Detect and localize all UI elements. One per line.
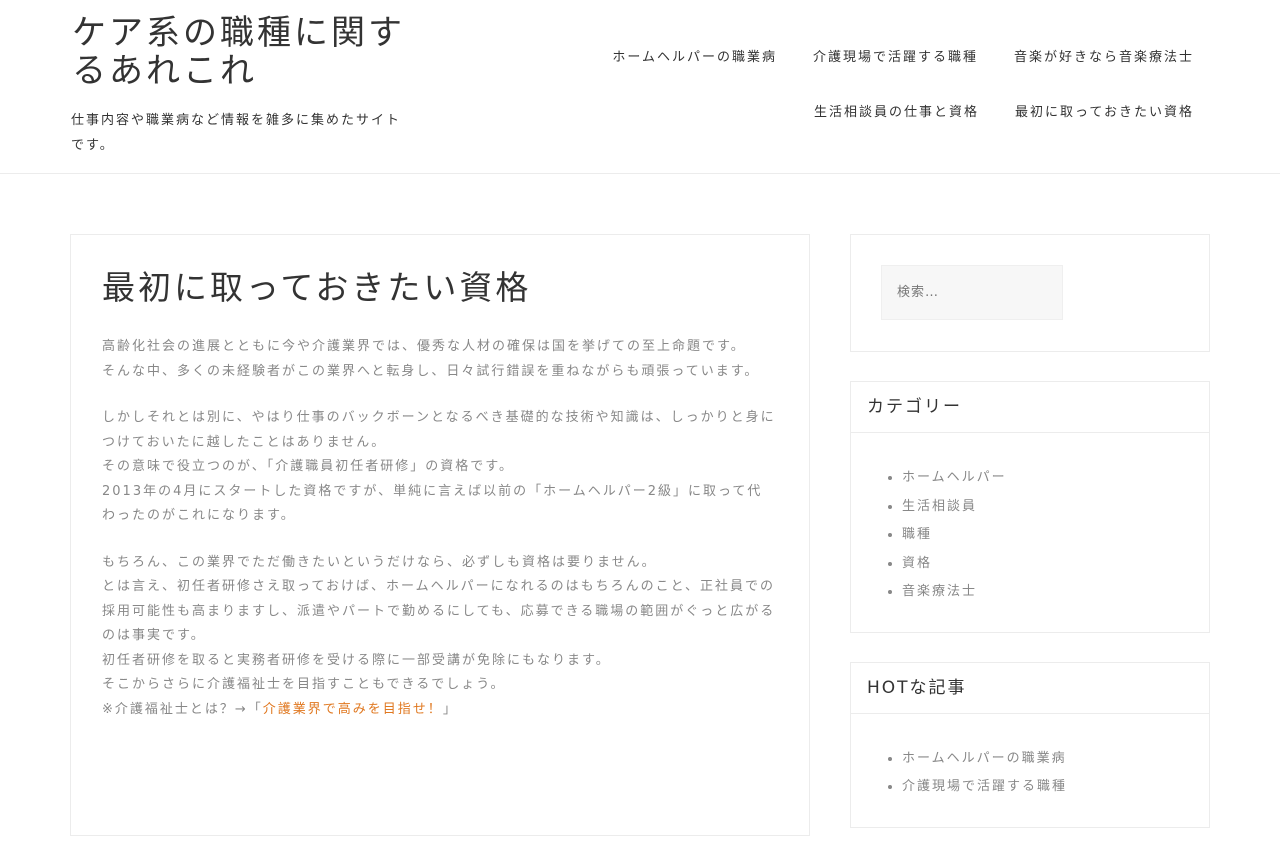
list-item: 音楽療法士 <box>902 578 1209 607</box>
category-link-life-counselor[interactable]: 生活相談員 <box>902 499 977 514</box>
nav-item-life-counselor[interactable]: 生活相談員の仕事と資格 <box>814 100 979 126</box>
list-item: 資格 <box>902 550 1209 579</box>
nav-item-care-jobs[interactable]: 介護現場で活躍する職種 <box>813 45 978 71</box>
text-line: そんな中、多くの未経験者がこの業界へと転身し、日々試行錯誤を重ねながらも頑張って… <box>102 363 760 379</box>
categories-list: ホームヘルパー 生活相談員 職種 資格 音楽療法士 <box>851 433 1209 632</box>
text-line: しかしそれとは別に、やはり仕事のバックボーンとなるべき基礎的な技術や知識は、しっ… <box>102 410 776 450</box>
article-panel: 最初に取っておきたい資格 高齢化社会の進展とともに今や介護業界では、優秀な人材の… <box>70 234 810 836</box>
paragraph: しかしそれとは別に、やはり仕事のバックボーンとなるべき基礎的な技術や知識は、しっ… <box>102 406 777 529</box>
site-title[interactable]: ケア系の職種に関するあれこれ <box>72 14 432 90</box>
hot-articles-widget: HOTな記事 ホームヘルパーの職業病 介護現場で活躍する職種 <box>850 661 1210 828</box>
sidebar: カテゴリー ホームヘルパー 生活相談員 職種 資格 音楽療法士 HOTな記事 ホ… <box>850 234 1210 857</box>
list-item: ホームヘルパーの職業病 <box>902 745 1209 774</box>
search-input[interactable] <box>881 265 1063 320</box>
categories-title: カテゴリー <box>851 382 1209 433</box>
text-line: 2013年の4月にスタートした資格ですが、単純に言えば以前の「ホームヘルパー2級… <box>102 483 763 524</box>
site-tagline: 仕事内容や職業病など情報を雑多に集めたサイトです。 <box>71 113 402 153</box>
article-title: 最初に取っておきたい資格 <box>102 268 532 307</box>
text-line: 」 <box>442 701 458 717</box>
article-content: 高齢化社会の進展とともに今や介護業界では、優秀な人材の確保は国を挙げての至上命題… <box>102 335 777 744</box>
category-link-music-therapist[interactable]: 音楽療法士 <box>902 584 977 599</box>
list-item: 介護現場で活躍する職種 <box>902 773 1209 802</box>
hot-article-link[interactable]: 介護現場で活躍する職種 <box>902 779 1067 794</box>
list-item: ホームヘルパー <box>902 464 1209 493</box>
category-link-qualification[interactable]: 資格 <box>902 556 932 571</box>
care-welfare-link[interactable]: 介護業界で高みを目指せ！ <box>263 702 443 717</box>
text-line: 高齢化社会の進展とともに今や介護業界では、優秀な人材の確保は国を挙げての至上命題… <box>102 339 746 354</box>
hot-article-link[interactable]: ホームヘルパーの職業病 <box>902 751 1067 766</box>
category-link-jobs[interactable]: 職種 <box>902 527 932 542</box>
paragraph: もちろん、この業界でただ働きたいというだけなら、必ずしも資格は要りません。 とは… <box>102 551 777 723</box>
category-link-homehelper[interactable]: ホームヘルパー <box>902 470 1007 485</box>
text-line: 初任者研修を取ると実務者研修を受ける際に一部受講が免除にもなります。 <box>102 652 611 668</box>
hot-articles-title: HOTな記事 <box>851 663 1209 714</box>
nav-item-music-therapist[interactable]: 音楽が好きなら音楽療法士 <box>1014 45 1194 71</box>
text-line: もちろん、この業界でただ働きたいというだけなら、必ずしも資格は要りません。 <box>102 554 657 570</box>
nav-item-first-qualification[interactable]: 最初に取っておきたい資格 <box>1015 100 1194 126</box>
categories-widget: カテゴリー ホームヘルパー 生活相談員 職種 資格 音楽療法士 <box>850 381 1210 633</box>
paragraph: 高齢化社会の進展とともに今や介護業界では、優秀な人材の確保は国を挙げての至上命題… <box>102 335 777 384</box>
site-header: ケア系の職種に関するあれこれ 仕事内容や職業病など情報を雑多に集めたサイトです。… <box>0 0 1280 174</box>
hot-articles-list: ホームヘルパーの職業病 介護現場で活躍する職種 <box>851 714 1209 827</box>
main-nav: ホームヘルパーの職業病 介護現場で活躍する職種 音楽が好きなら音楽療法士 生活相… <box>554 45 1194 126</box>
text-line: とは言え、初任者研修さえ取っておけば、ホームヘルパーになれるのはもちろんのこと、… <box>102 579 776 643</box>
search-widget <box>850 234 1210 352</box>
nav-item-homehelper-disease[interactable]: ホームヘルパーの職業病 <box>612 45 777 71</box>
text-line: その意味で役立つのが、「介護職員初任者研修」の資格です。 <box>102 459 514 474</box>
list-item: 生活相談員 <box>902 493 1209 522</box>
text-line: ※介護福祉士とは？→「 <box>102 701 263 717</box>
text-line: そこからさらに介護福祉士を目指すこともできるでしょう。 <box>102 677 506 692</box>
list-item: 職種 <box>902 521 1209 550</box>
